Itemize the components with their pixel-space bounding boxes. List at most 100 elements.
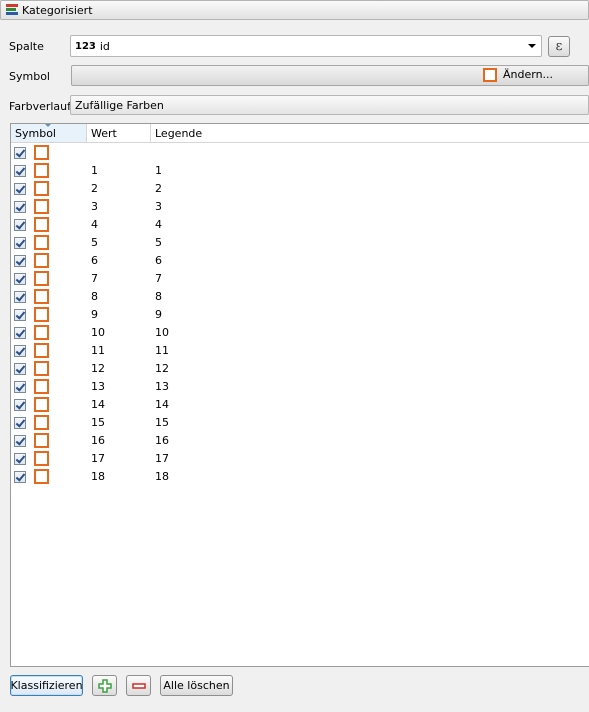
category-symbol-swatch[interactable] [34, 469, 49, 484]
table-row[interactable]: 16 16 [11, 432, 589, 450]
category-checkbox[interactable] [14, 345, 26, 357]
category-legend: 4 [155, 218, 162, 231]
category-symbol-swatch[interactable] [34, 361, 49, 376]
table-row[interactable] [11, 144, 589, 162]
category-checkbox[interactable] [14, 165, 26, 177]
table-row[interactable]: 55 [11, 234, 589, 252]
category-checkbox[interactable] [14, 453, 26, 465]
category-value: 11 [91, 344, 105, 357]
category-checkbox[interactable] [14, 381, 26, 393]
category-value: 14 [91, 398, 105, 411]
category-value: 13 [91, 380, 105, 393]
table-row[interactable]: 12 12 [11, 360, 589, 378]
category-symbol-swatch[interactable] [34, 433, 49, 448]
column-header-legend[interactable]: Legende [151, 124, 589, 143]
symbol-label: Symbol [9, 70, 50, 83]
column-label: Spalte [9, 40, 44, 53]
category-checkbox[interactable] [14, 201, 26, 213]
category-legend: 9 [155, 308, 162, 321]
dropdown-arrow-icon [528, 44, 536, 48]
category-symbol-swatch[interactable] [34, 343, 49, 358]
table-row[interactable]: 44 [11, 216, 589, 234]
category-checkbox[interactable] [14, 309, 26, 321]
category-legend: 6 [155, 254, 162, 267]
category-legend: 8 [155, 290, 162, 303]
category-symbol-swatch[interactable] [34, 415, 49, 430]
category-symbol-swatch[interactable] [34, 271, 49, 286]
table-row[interactable]: 66 [11, 252, 589, 270]
category-symbol-swatch[interactable] [34, 325, 49, 340]
table-row[interactable]: 11 [11, 162, 589, 180]
category-checkbox[interactable] [14, 363, 26, 375]
table-row[interactable]: 33 [11, 198, 589, 216]
table-row[interactable]: 77 [11, 270, 589, 288]
integer-type-icon: 123 [75, 40, 96, 52]
table-row[interactable]: 22 [11, 180, 589, 198]
table-row[interactable]: 15 15 [11, 414, 589, 432]
table-row[interactable]: 99 [11, 306, 589, 324]
delete-all-button[interactable]: Alle löschen [160, 675, 233, 696]
column-header-symbol[interactable]: Symbol [11, 124, 87, 143]
category-legend: 16 [155, 434, 169, 447]
table-row[interactable]: 10 10 [11, 324, 589, 342]
category-symbol-swatch[interactable] [34, 145, 49, 160]
expression-button[interactable]: ε [548, 36, 570, 57]
category-checkbox[interactable] [14, 435, 26, 447]
category-value: 18 [91, 470, 105, 483]
category-legend: 13 [155, 380, 169, 393]
category-symbol-swatch[interactable] [34, 397, 49, 412]
category-checkbox[interactable] [14, 255, 26, 267]
table-row[interactable]: 18 18 [11, 468, 589, 486]
category-checkbox[interactable] [14, 237, 26, 249]
category-value: 7 [91, 272, 98, 285]
color-ramp-label: Farbverlauf [9, 100, 72, 113]
plus-icon [97, 678, 112, 693]
color-ramp-combobox[interactable]: Zufällige Farben [70, 95, 589, 115]
category-symbol-swatch[interactable] [34, 253, 49, 268]
column-header-value[interactable]: Wert [87, 124, 151, 143]
category-table[interactable]: Symbol Wert Legende 1 1 2 2 3 3 4 4 5 5 6 6 7 7 8 8 9 9 10… [10, 123, 589, 667]
table-row[interactable]: 88 [11, 288, 589, 306]
category-checkbox[interactable] [14, 417, 26, 429]
table-row[interactable]: 11 11 [11, 342, 589, 360]
category-symbol-swatch[interactable] [34, 307, 49, 322]
category-legend: 18 [155, 470, 169, 483]
table-row[interactable]: 13 13 [11, 378, 589, 396]
category-symbol-swatch[interactable] [34, 181, 49, 196]
categorized-renderer-icon [5, 3, 19, 17]
column-combobox[interactable]: 123 id [70, 35, 542, 57]
color-ramp-value: Zufällige Farben [75, 98, 164, 112]
category-symbol-swatch[interactable] [34, 217, 49, 232]
category-legend: 10 [155, 326, 169, 339]
category-legend: 1 [155, 164, 162, 177]
category-checkbox[interactable] [14, 327, 26, 339]
category-value: 6 [91, 254, 98, 267]
sort-indicator-icon [45, 124, 51, 127]
category-value: 12 [91, 362, 105, 375]
category-checkbox[interactable] [14, 183, 26, 195]
symbol-preview-swatch [483, 68, 497, 82]
category-checkbox[interactable] [14, 399, 26, 411]
renderer-type-dropdown[interactable]: Kategorisiert [0, 0, 589, 20]
category-symbol-swatch[interactable] [34, 379, 49, 394]
category-checkbox[interactable] [14, 147, 26, 159]
category-checkbox[interactable] [14, 471, 26, 483]
category-value: 3 [91, 200, 98, 213]
category-checkbox[interactable] [14, 219, 26, 231]
category-symbol-swatch[interactable] [34, 235, 49, 250]
category-value: 5 [91, 236, 98, 249]
category-checkbox[interactable] [14, 291, 26, 303]
table-row[interactable]: 14 14 [11, 396, 589, 414]
classify-button[interactable]: Klassifizieren [10, 675, 83, 696]
category-symbol-swatch[interactable] [34, 289, 49, 304]
symbol-change-label: Ändern... [503, 68, 554, 81]
category-legend: 12 [155, 362, 169, 375]
category-checkbox[interactable] [14, 273, 26, 285]
add-category-button[interactable] [92, 675, 117, 696]
category-symbol-swatch[interactable] [34, 451, 49, 466]
category-value: 8 [91, 290, 98, 303]
table-row[interactable]: 17 17 [11, 450, 589, 468]
category-symbol-swatch[interactable] [34, 199, 49, 214]
remove-category-button[interactable] [126, 675, 151, 696]
category-symbol-swatch[interactable] [34, 163, 49, 178]
